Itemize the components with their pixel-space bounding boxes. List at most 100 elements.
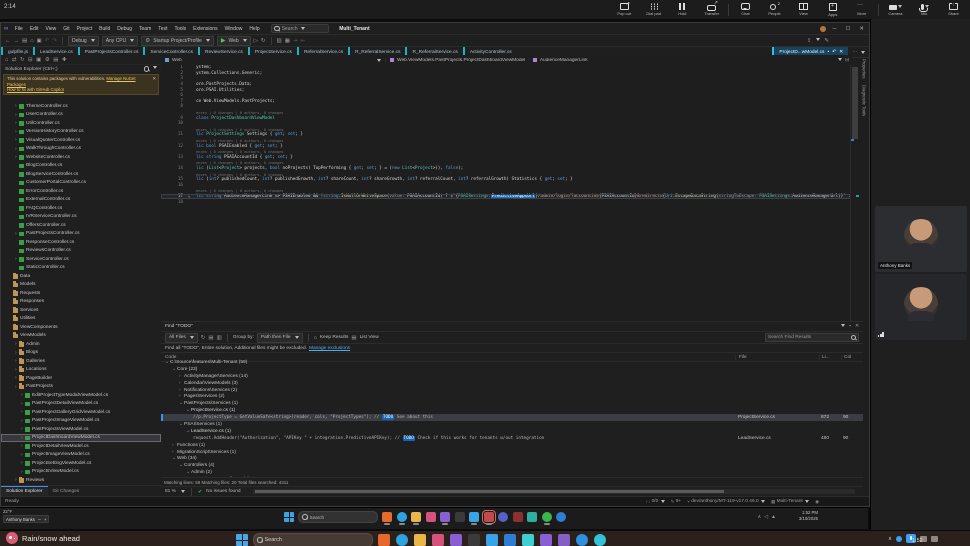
find-result-row[interactable]: ⌄Web (34) [161,455,863,462]
taskbar-search-input[interactable]: Search [253,533,373,546]
menu-project[interactable]: Project [73,26,96,32]
volume-icon[interactable]: ◁ [764,514,768,520]
solution-tree-item[interactable]: ›ServiceController.cs [1,255,161,264]
pin-icon[interactable]: • [827,50,829,55]
find-result-row[interactable]: ›MigrationScript\Services (1) [161,449,863,456]
vs-search-box[interactable]: Search [271,24,329,33]
tray-chevron-icon[interactable]: ∧ [758,514,762,520]
type-member-dropdown[interactable]: Web.ViewModels.PastProjects.ProjectDashb… [386,58,853,63]
solution-tree-item[interactable]: ViewModels [1,332,161,341]
clock-time[interactable]: 1:52 [912,538,952,544]
save-icon[interactable]: ▣ [37,38,42,44]
solution-tree-item[interactable]: OffersController.cs [1,221,161,230]
manage-exclusions-link[interactable]: Manage exclusions [309,346,350,351]
run-button[interactable]: ▶ Web [217,36,251,46]
shared-taskbar-weather[interactable]: 22°F Anthony Banks ─ + [3,509,49,523]
taskbar-app-sql[interactable] [513,512,523,522]
git-sync-status[interactable]: ↑↓ 0/0 [646,499,665,504]
solution-tree-item[interactable]: ›Blogs [1,349,161,358]
list-view-toggle[interactable]: List View [360,335,379,340]
solution-tree-item[interactable]: ›ProjectDetailViewModel.cs [1,442,161,451]
menu-file[interactable]: File [11,26,26,32]
search-icon[interactable] [144,66,150,72]
dock-tab-git-changes[interactable]: Git Changes [48,486,85,496]
close-icon[interactable]: ✕ [855,324,859,329]
copilot-fix-link[interactable]: How to fix with GitHub Copilot [7,87,64,92]
solution-tree-item[interactable]: CustomerPortalController.cs [1,179,161,188]
taskbar-app-outlook[interactable] [486,534,498,546]
taskbar-app-edge[interactable] [396,534,408,546]
solution-tree-item[interactable]: ›VersionHistoryController.cs [1,128,161,137]
windows-start-button[interactable] [236,534,248,546]
solution-tree-item[interactable]: ›PastProjectImageViewModel.cs [1,417,161,426]
maximize-button[interactable]: ☐ [843,26,852,32]
minimize-button[interactable]: ─ [831,26,839,32]
minimize-icon[interactable]: ─ [38,517,41,522]
taskbar-app-spotify[interactable] [542,512,552,522]
properties-icon[interactable]: ⚙ [45,57,50,63]
scrollbar-thumb[interactable] [852,67,858,139]
shared-taskbar-clock[interactable]: 1:52 PM 3/10/2026 [799,510,818,521]
show-all-files-icon[interactable]: ▣ [36,57,41,63]
find-result-row[interactable]: ›Functions (1) [161,442,863,449]
find-result-row[interactable]: ⌄Core (23) [161,366,863,373]
teams-control-chat[interactable]: Chat [731,1,760,19]
solution-tree-item[interactable]: Services [1,306,161,315]
taskbar-app-slack[interactable] [527,512,537,522]
teams-control-hold[interactable]: Hold [668,1,697,19]
chevron-down-icon[interactable] [861,51,865,54]
expand-icon[interactable]: + [44,517,47,522]
pin-icon[interactable]: ▪ [849,324,851,329]
undo-icon[interactable]: ↶ [45,38,50,44]
find-result-row[interactable]: ›Pages\Services (2) [161,393,863,400]
open-file-icon[interactable]: ⌂ [30,38,33,44]
git-repo[interactable]: ▦ Multi-Tenant [771,499,809,505]
solution-tree-item[interactable]: ›ProjectsViewModel.cs [1,468,161,477]
find-result-row[interactable]: ⌄LeadService.cs (1) [161,428,863,435]
participant-video-tile[interactable] [875,274,967,340]
solution-tree-item[interactable]: Models [1,281,161,290]
taskbar-search-input[interactable]: Search [298,511,378,523]
solution-tree-item[interactable]: Requests [1,289,161,298]
find-result-row[interactable]: ›ActivityManager\Services (14) [161,373,863,380]
solution-tree-item[interactable]: StaticController.cs [1,264,161,273]
code-line[interactable]: 17✎lic string AudienceManagerLink => PSA… [161,194,853,200]
teams-control-camera[interactable]: Camera [881,1,910,19]
close-button[interactable]: ✕ [857,26,866,32]
windows-start-button[interactable] [284,512,294,522]
search-find-results-input[interactable]: Search Find Results [765,333,859,342]
bell-icon[interactable]: ◉ [815,499,819,505]
solution-tree-item[interactable]: ›PageBuilder [1,374,161,383]
teams-control-mic[interactable]: Mic [910,1,939,19]
find-result-row[interactable]: ⌄PastProjects\Services (1) [161,400,863,407]
taskbar-app-firefox[interactable] [382,512,392,522]
horizontal-scrollbar-thumb[interactable] [255,490,725,493]
find-result-row[interactable]: //p.ProjectType = GetValueSafe<string>(r… [161,414,863,421]
solution-tree-item[interactable]: Responses [1,298,161,307]
menu-test[interactable]: Test [155,26,171,32]
taskbar-app-terminal[interactable] [455,512,465,522]
taskbar-app-teams[interactable] [498,512,508,522]
solution-tree-item[interactable]: ›WalkThroughController.cs [1,145,161,154]
teams-control-share[interactable]: Share [939,1,968,19]
group-by-dropdown[interactable]: Path then File [257,333,303,343]
solution-tree-item[interactable]: ›ProjectSettingViewModel.cs [1,459,161,468]
close-icon[interactable]: ✕ [839,50,843,55]
taskbar-app-photos[interactable] [426,512,436,522]
more-tabs-icon[interactable]: ⋯ [852,50,857,55]
solution-tree-item[interactable]: ›WebsiteController.cs [1,153,161,162]
bluetooth-icon[interactable] [896,536,902,542]
teams-control-dialpad[interactable]: Dial pad [639,1,668,19]
solution-tree-item[interactable]: ›Reviews [1,476,161,485]
solution-tree-item[interactable]: ›VisualQuoterController.cs [1,136,161,145]
solution-tree-item[interactable]: Data [1,272,161,281]
menu-extensions[interactable]: Extensions [190,26,221,32]
dock-tab-solution-explorer[interactable]: Solution Explorer [1,486,48,496]
solution-tree-item[interactable]: ›PastProjectsController.cs [1,230,161,239]
account-avatar[interactable] [820,26,826,32]
git-branch[interactable]: ⑂ dev/anthony/MT-119-v17.0.46.0 [687,499,765,504]
menu-build[interactable]: Build [96,26,114,32]
taskbar-app-outlook[interactable] [469,512,479,522]
solution-tree-item[interactable]: ›UtilController.cs [1,119,161,128]
expand-all-icon[interactable]: ▤ [208,335,213,341]
